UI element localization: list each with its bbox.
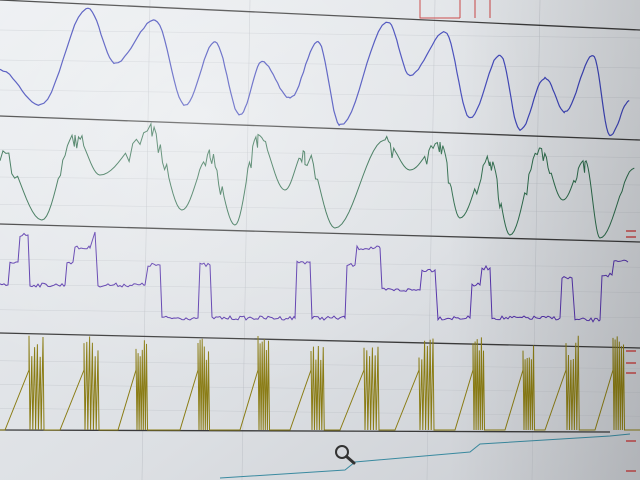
waveform-plot (0, 0, 640, 480)
zoom-button[interactable] (332, 442, 358, 466)
axis-marker (626, 350, 636, 352)
axis-marker (626, 470, 636, 472)
axis-marker (626, 236, 636, 238)
axis-marker (626, 440, 636, 442)
magnifier-icon (335, 445, 356, 465)
axis-marker (626, 372, 636, 374)
axis-marker (626, 230, 636, 232)
axis-marker (626, 362, 636, 364)
monitor-screen (0, 0, 640, 480)
